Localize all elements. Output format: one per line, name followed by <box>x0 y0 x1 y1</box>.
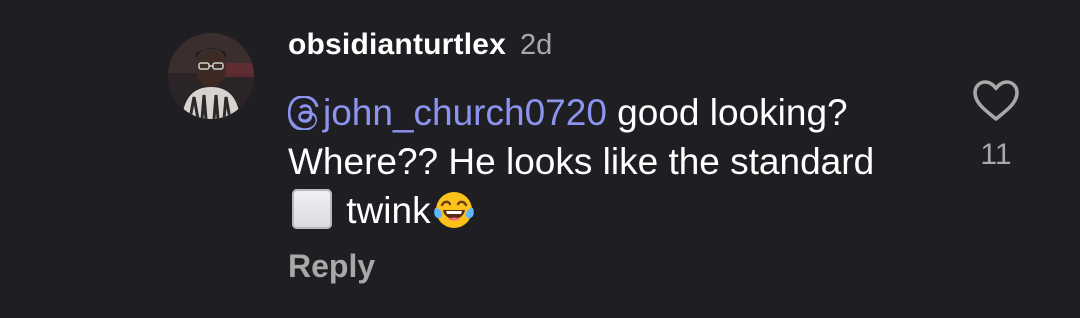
face-with-tears-of-joy-emoji <box>433 192 474 228</box>
mention-username: john_church0720 <box>323 92 607 133</box>
comment-timestamp: 2d <box>520 29 553 61</box>
comment-meta: obsidianturtlex 2d <box>288 28 928 74</box>
comment-body: obsidianturtlex 2d john_church0720 good … <box>288 28 928 285</box>
avatar[interactable] <box>168 33 254 119</box>
threads-at-icon <box>288 96 319 130</box>
reply-button[interactable]: Reply <box>288 248 928 285</box>
mention-link[interactable]: john_church0720 <box>288 92 607 133</box>
comment-item: obsidianturtlex 2d john_church0720 good … <box>0 0 1080 318</box>
comment-text: john_church0720 good looking? Where?? He… <box>288 88 908 235</box>
heart-outline-icon[interactable] <box>971 78 1021 122</box>
like-group: 11 <box>970 78 1022 172</box>
comment-text-part-2: twink <box>336 190 431 231</box>
white-square-emoji <box>292 189 332 229</box>
username-link[interactable]: obsidianturtlex <box>288 28 506 62</box>
like-count: 11 <box>980 138 1012 171</box>
